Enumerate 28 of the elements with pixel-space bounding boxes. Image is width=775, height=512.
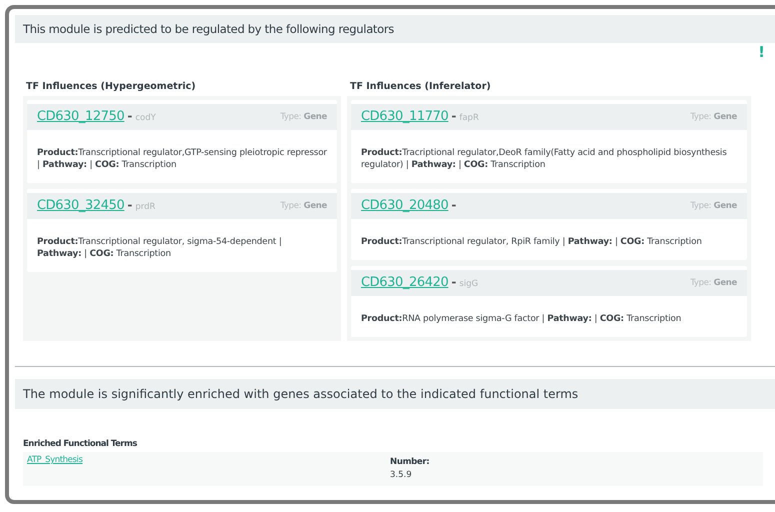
gene-description: Product:Transcriptional regulator, sigma-54-dependent | Pathway: | COG: Transcription (36, 236, 283, 261)
gene-description: Product:Transcriptional regulator,GTP-sensing pleiotropic repressor | Pathway: | COG: Transcription (36, 147, 328, 172)
separator-dash: - (451, 109, 456, 123)
column-title: TF Influences (Hypergeometric) (25, 81, 197, 92)
section-header: This module is predicted to be regulated by the following regulators (15, 15, 775, 43)
gene-description: Product:Tracriptional regulator,DeoR family(Fatty acid and phospholipid biosynthesis regulator) | Pathway: | COG: Transcription (360, 147, 728, 172)
gene-link[interactable]: CD630_11770 (361, 109, 448, 124)
alert-mark: ! (758, 43, 765, 61)
table-title: Enriched Functional Terms (23, 439, 138, 449)
gene-name: fapR (459, 113, 479, 123)
term-link[interactable]: ATP_Synthesis (27, 455, 83, 480)
gene-name: sigG (459, 279, 478, 289)
separator-dash: - (451, 198, 456, 212)
gene-name: prdR (135, 202, 156, 212)
number-label: Number: (390, 457, 430, 467)
separator-dash: - (127, 198, 132, 212)
gene-name: codY (135, 113, 156, 123)
column-title: TF Influences (Inferelator) (349, 81, 492, 92)
gene-link[interactable]: CD630_26420 (361, 275, 448, 290)
gene-link[interactable]: CD630_32450 (37, 198, 124, 213)
section-header: The module is significantly enriched with genes associated to the indicated functional terms (15, 379, 775, 409)
separator-dash: - (451, 275, 456, 289)
separator-dash: - (127, 109, 132, 123)
gene-link[interactable]: CD630_20480 (361, 198, 448, 213)
number-value: 3.5.9 (390, 470, 413, 480)
gene-description: Product:Transcriptional regulator, RpiR family | Pathway: | COG: Transcription (360, 236, 703, 249)
gene-link[interactable]: CD630_12750 (37, 109, 124, 124)
gene-description: Product:RNA polymerase sigma-G factor | Pathway: | COG: Transcription (360, 313, 682, 326)
